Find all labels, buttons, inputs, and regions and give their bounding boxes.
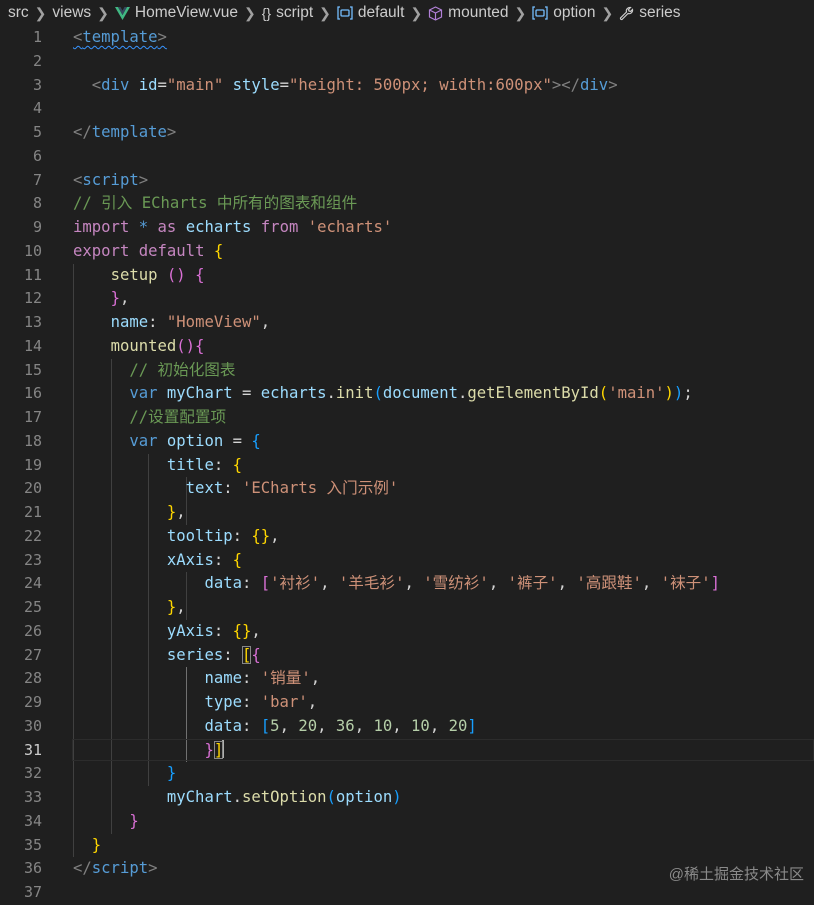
chevron-right-icon: ❯ [601,4,614,21]
code-line-33: myChart.setOption(option) [166,788,402,806]
code-line-7: <script> [73,170,149,189]
line-number: 22 [23,526,42,545]
code-line-21: }, [166,503,186,521]
line-number: 9 [32,218,42,236]
code-line-22: tooltip: {}, [166,526,280,545]
code-line-27: series: [{ [166,645,261,664]
variable-icon [337,6,353,20]
line-number: 20 [23,479,42,498]
chevron-right-icon: ❯ [319,4,331,21]
line-number: 26 [23,621,42,640]
line-number: 6 [32,146,42,165]
line-number: 23 [23,550,42,569]
breadcrumb: src ❯ views ❯ HomeView.vue ❯ {} script ❯… [0,0,814,26]
code-line-17: //设置配置项 [129,408,227,426]
line-number: 33 [23,788,42,806]
line-number: 31 [23,740,42,759]
line-number: 19 [23,455,42,474]
breadcrumb-item-file[interactable]: HomeView.vue [114,4,238,22]
line-number: 30 [23,716,42,735]
code-line-15: // 初始化图表 [129,360,236,379]
line-number: 32 [23,764,42,783]
line-number: 5 [32,123,42,141]
code-line-25: }, [166,598,186,616]
chevron-right-icon: ❯ [34,4,47,21]
line-number: 3 [32,75,42,94]
code-line-1: <template> [73,28,167,46]
chevron-right-icon: ❯ [97,4,109,21]
code-line-14: mounted(){ [110,336,205,355]
line-number: 10 [23,241,42,260]
chevron-right-icon: ❯ [244,4,256,21]
line-number: 18 [23,431,42,450]
text-cursor [222,739,225,758]
chevron-right-icon: ❯ [410,4,423,21]
breadcrumb-item-mounted[interactable]: mounted [428,4,509,22]
code-line-20: text: 'ECharts 入门示例' [185,479,399,498]
code-line-28: name: '销量', [204,669,321,688]
line-number: 24 [23,574,42,593]
code-line-3: <div id="main" style="height: 500px; wid… [91,75,618,94]
code-line-16: var myChart = echarts.init(document.getE… [129,384,693,403]
line-number: 1 [32,28,42,46]
code-line-32: } [166,764,177,783]
line-number: 4 [32,99,42,118]
code-line-10: export default { [73,241,224,260]
line-number: 17 [23,408,42,426]
code-line-30: data: [5, 20, 36, 10, 10, 20] [204,716,477,735]
code-line-23: xAxis: { [166,550,243,569]
line-number: 13 [23,313,42,331]
line-number: 28 [23,669,42,688]
breadcrumb-item-script[interactable]: {} script [262,4,313,22]
code-line-35: } [91,835,102,854]
line-number: 16 [23,384,42,403]
line-number: 15 [23,360,42,379]
line-number: 2 [32,51,42,70]
line-number: 11 [23,265,42,284]
code-line-18: var option = { [129,431,261,450]
line-number: 34 [23,811,42,830]
breadcrumb-item-views[interactable]: views [52,4,91,22]
code-line-5: </template> [73,123,177,141]
code-line-36: </script> [73,859,158,878]
line-number: 12 [23,289,42,308]
line-number: 25 [23,598,42,616]
line-number: 37 [23,883,42,901]
line-number: 36 [23,859,42,878]
code-line-24: data: ['衬衫', '羊毛衫', '雪纺衫', '裤子', '高跟鞋', … [204,574,721,593]
breadcrumb-item-series[interactable]: series [619,4,681,22]
code-line-11: setup () { [110,265,205,284]
code-line-26: yAxis: {}, [166,621,261,640]
code-line-8: // 引入 ECharts 中所有的图表和组件 [73,194,358,213]
code-line-34: } [129,811,139,830]
line-number: 14 [23,336,42,355]
method-cube-icon [428,5,443,21]
line-number: 27 [23,645,42,664]
braces-icon: {} [261,5,272,21]
code-line-13: name: "HomeView", [110,313,271,331]
line-number: 35 [23,835,42,854]
watermark: @稀土掘金技术社区 [668,866,804,883]
wrench-icon [619,6,634,21]
code-line-12: }, [110,289,130,308]
line-number: 29 [23,693,42,711]
code-line-9: import * as echarts from 'echarts' [73,218,393,236]
vue-file-icon [114,6,130,20]
code-editor[interactable]: 1 2 3 4 5 6 7 8 9 10 11 12 13 14 15 16 17 18 19 20 21 22 23 24 2… [0,26,814,901]
chevron-right-icon: ❯ [514,4,527,21]
breadcrumb-item-option[interactable]: option [532,4,595,22]
breadcrumb-item-default[interactable]: default [337,4,404,22]
breadcrumb-item-src[interactable]: src [8,4,29,22]
line-number: 8 [32,194,42,213]
variable-icon [532,6,548,20]
line-number: 7 [32,170,42,189]
code-line-29: type: 'bar', [204,693,318,711]
code-line-19: title: { [166,455,243,474]
line-number: 21 [23,503,42,521]
code-line-31: }] [204,739,225,759]
